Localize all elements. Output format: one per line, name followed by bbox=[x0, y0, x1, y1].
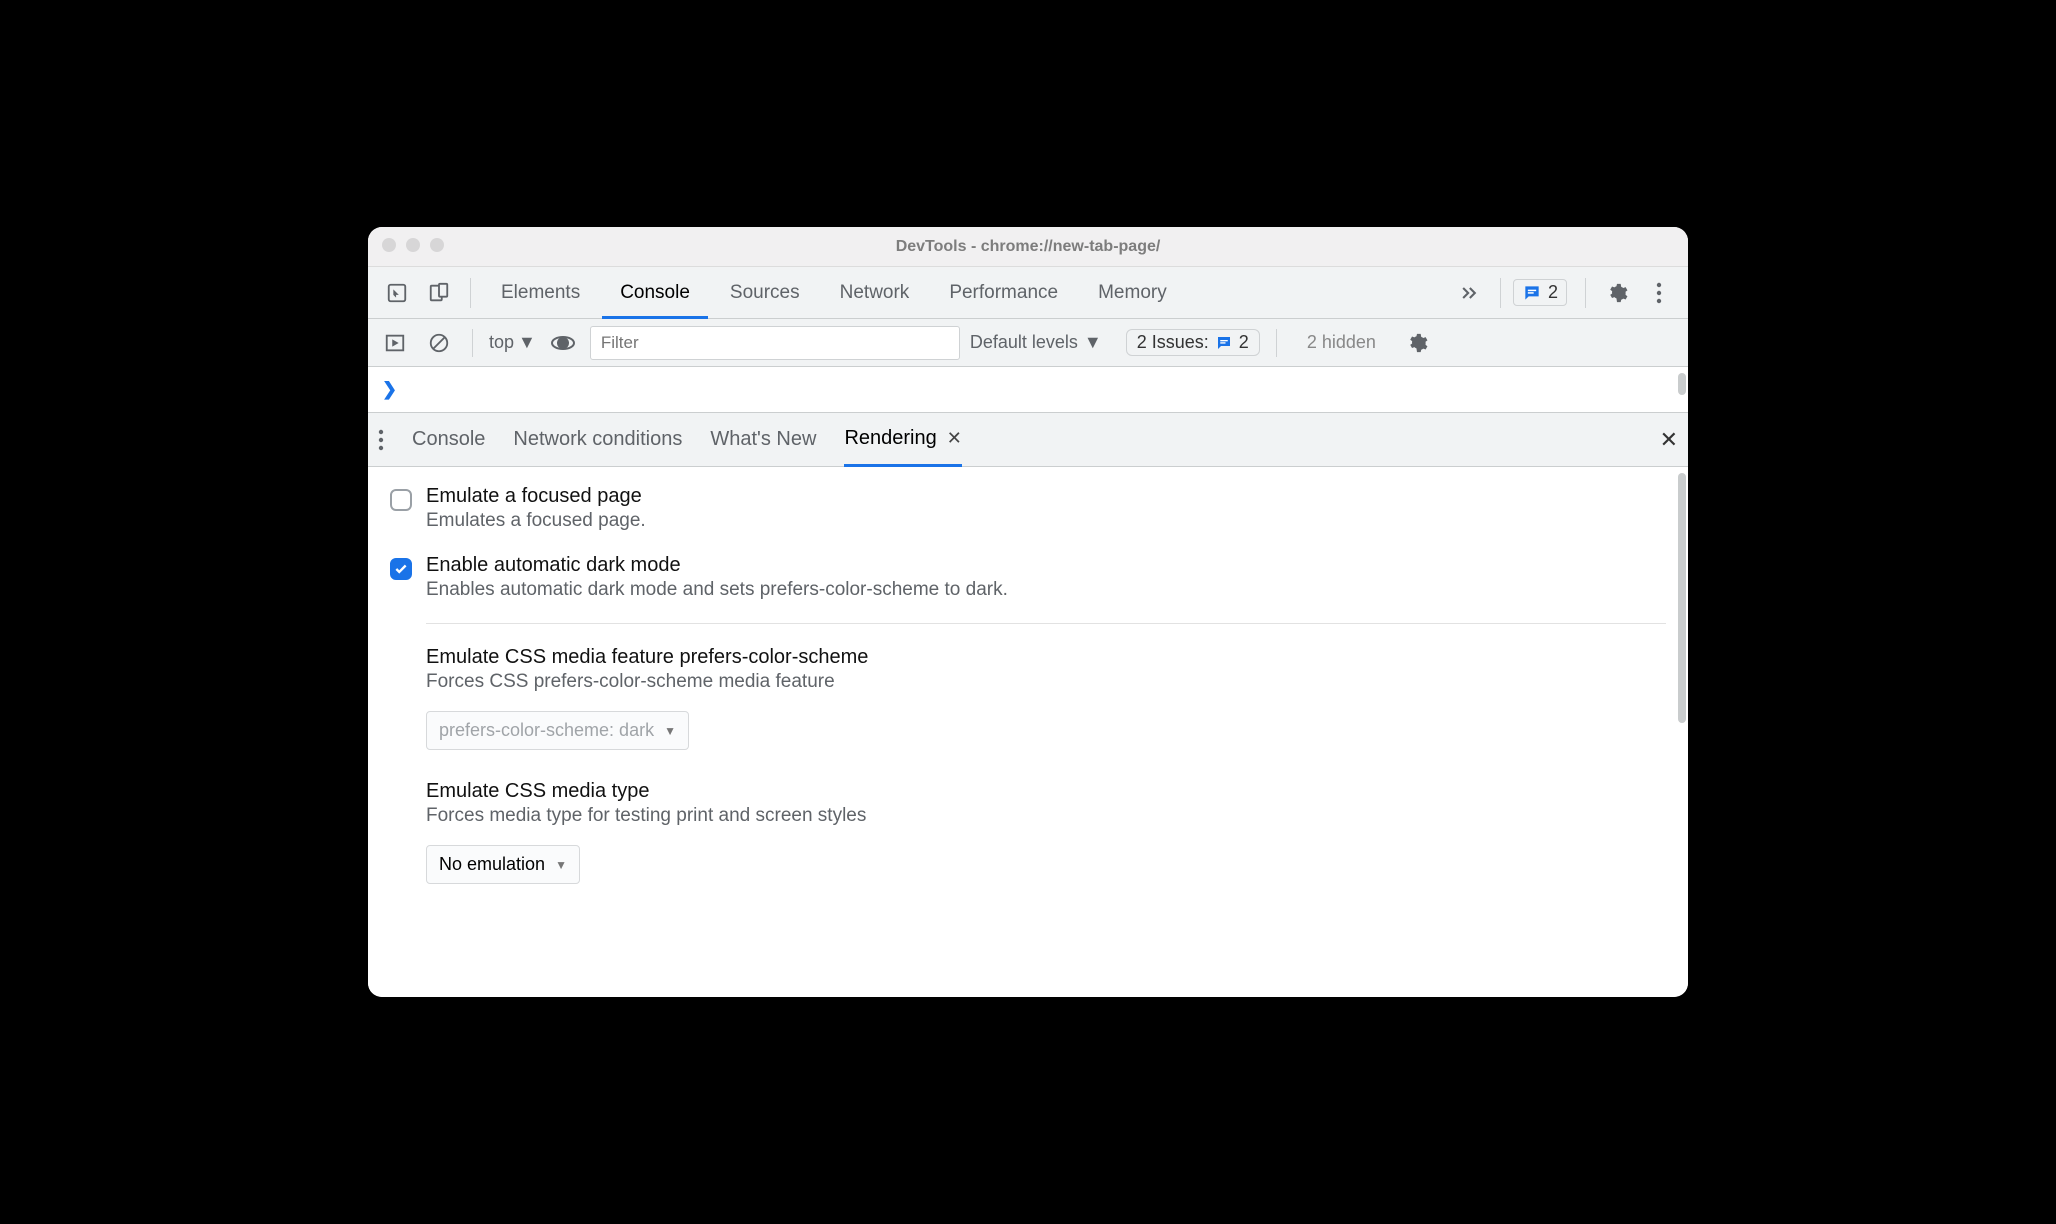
context-selector[interactable]: top ▼ bbox=[489, 332, 536, 353]
console-filter-input[interactable] bbox=[590, 326, 960, 360]
drawer-tab-rendering[interactable]: Rendering ✕ bbox=[844, 413, 961, 467]
scrollbar-thumb[interactable] bbox=[1678, 473, 1686, 723]
separator bbox=[1276, 329, 1277, 357]
option-title: Emulate a focused page bbox=[426, 485, 646, 508]
console-toolbar: top ▼ Default levels ▼ 2 Issues: 2 2 hid… bbox=[368, 319, 1688, 367]
caret-icon: ▼ bbox=[664, 724, 676, 738]
caret-icon: ▼ bbox=[1084, 332, 1102, 353]
close-tab-icon[interactable]: ✕ bbox=[947, 428, 962, 449]
option-desc: Emulates a focused page. bbox=[426, 510, 646, 532]
option-title: Enable automatic dark mode bbox=[426, 554, 1008, 577]
traffic-zoom[interactable] bbox=[430, 238, 444, 252]
select-media-type[interactable]: No emulation ▼ bbox=[426, 845, 580, 884]
console-input-area[interactable]: ❯ bbox=[368, 367, 1688, 413]
traffic-minimize[interactable] bbox=[406, 238, 420, 252]
titlebar: DevTools - chrome://new-tab-page/ bbox=[368, 227, 1688, 267]
section-prefers-color-scheme: Emulate CSS media feature prefers-color-… bbox=[426, 646, 1666, 780]
option-emulate-focused-page: Emulate a focused page Emulates a focuse… bbox=[390, 485, 1666, 532]
hidden-messages-label[interactable]: 2 hidden bbox=[1307, 332, 1376, 353]
tab-memory[interactable]: Memory bbox=[1080, 267, 1185, 319]
caret-icon: ▼ bbox=[555, 858, 567, 872]
section-desc: Forces CSS prefers-color-scheme media fe… bbox=[426, 671, 1666, 693]
traffic-lights bbox=[382, 238, 444, 252]
log-levels-selector[interactable]: Default levels ▼ bbox=[970, 332, 1102, 353]
section-desc: Forces media type for testing print and … bbox=[426, 805, 1666, 827]
checkbox-emulate-focused[interactable] bbox=[390, 489, 412, 511]
section-title: Emulate CSS media feature prefers-color-… bbox=[426, 646, 1666, 669]
section-title: Emulate CSS media type bbox=[426, 780, 1666, 803]
main-tabstrip: Elements Console Sources Network Perform… bbox=[368, 267, 1688, 319]
issues-label: 2 Issues: bbox=[1137, 332, 1209, 353]
context-label: top bbox=[489, 332, 514, 353]
separator bbox=[470, 278, 471, 308]
divider bbox=[426, 623, 1666, 624]
option-enable-auto-dark-mode: Enable automatic dark mode Enables autom… bbox=[390, 554, 1666, 601]
separator bbox=[1585, 278, 1586, 308]
drawer-tab-whats-new[interactable]: What's New bbox=[710, 413, 816, 467]
tab-performance[interactable]: Performance bbox=[931, 267, 1076, 319]
caret-icon: ▼ bbox=[518, 332, 536, 353]
window-title: DevTools - chrome://new-tab-page/ bbox=[896, 238, 1161, 256]
traffic-close[interactable] bbox=[382, 238, 396, 252]
settings-icon[interactable] bbox=[1598, 274, 1636, 312]
device-mode-icon[interactable] bbox=[420, 274, 458, 312]
devtools-window: DevTools - chrome://new-tab-page/ Elemen… bbox=[368, 227, 1688, 997]
drawer-tab-rendering-label: Rendering bbox=[844, 427, 936, 450]
toggle-sidebar-icon[interactable] bbox=[378, 326, 412, 360]
rendering-panel: Emulate a focused page Emulates a focuse… bbox=[368, 467, 1688, 997]
scrollbar-thumb[interactable] bbox=[1678, 373, 1686, 395]
tab-elements[interactable]: Elements bbox=[483, 267, 598, 319]
levels-label: Default levels bbox=[970, 332, 1078, 353]
console-settings-icon[interactable] bbox=[1400, 326, 1434, 360]
live-expression-icon[interactable] bbox=[546, 326, 580, 360]
issues-count: 2 bbox=[1239, 332, 1249, 353]
more-menu-icon[interactable] bbox=[1640, 274, 1678, 312]
separator bbox=[1500, 278, 1501, 308]
checkbox-auto-dark-mode[interactable] bbox=[390, 558, 412, 580]
section-media-type: Emulate CSS media type Forces media type… bbox=[426, 780, 1666, 914]
tab-network[interactable]: Network bbox=[822, 267, 928, 319]
separator bbox=[472, 329, 473, 357]
close-drawer-icon[interactable]: ✕ bbox=[1660, 427, 1678, 453]
messages-badge[interactable]: 2 bbox=[1513, 279, 1567, 306]
clear-console-icon[interactable] bbox=[422, 326, 456, 360]
drawer-tabstrip: Console Network conditions What's New Re… bbox=[368, 413, 1688, 467]
select-value: No emulation bbox=[439, 854, 545, 875]
tab-console[interactable]: Console bbox=[602, 267, 708, 319]
tab-sources[interactable]: Sources bbox=[712, 267, 818, 319]
drawer-more-icon[interactable] bbox=[378, 429, 384, 451]
select-value: prefers-color-scheme: dark bbox=[439, 720, 654, 741]
console-prompt-icon: ❯ bbox=[382, 379, 397, 400]
overflow-tabs-icon[interactable] bbox=[1450, 274, 1488, 312]
select-prefers-color-scheme[interactable]: prefers-color-scheme: dark ▼ bbox=[426, 711, 689, 750]
option-desc: Enables automatic dark mode and sets pre… bbox=[426, 579, 1008, 601]
drawer-tab-network-conditions[interactable]: Network conditions bbox=[513, 413, 682, 467]
issues-badge[interactable]: 2 Issues: 2 bbox=[1126, 329, 1260, 356]
messages-count: 2 bbox=[1548, 282, 1558, 303]
inspect-element-icon[interactable] bbox=[378, 274, 416, 312]
drawer-tab-console[interactable]: Console bbox=[412, 413, 485, 467]
